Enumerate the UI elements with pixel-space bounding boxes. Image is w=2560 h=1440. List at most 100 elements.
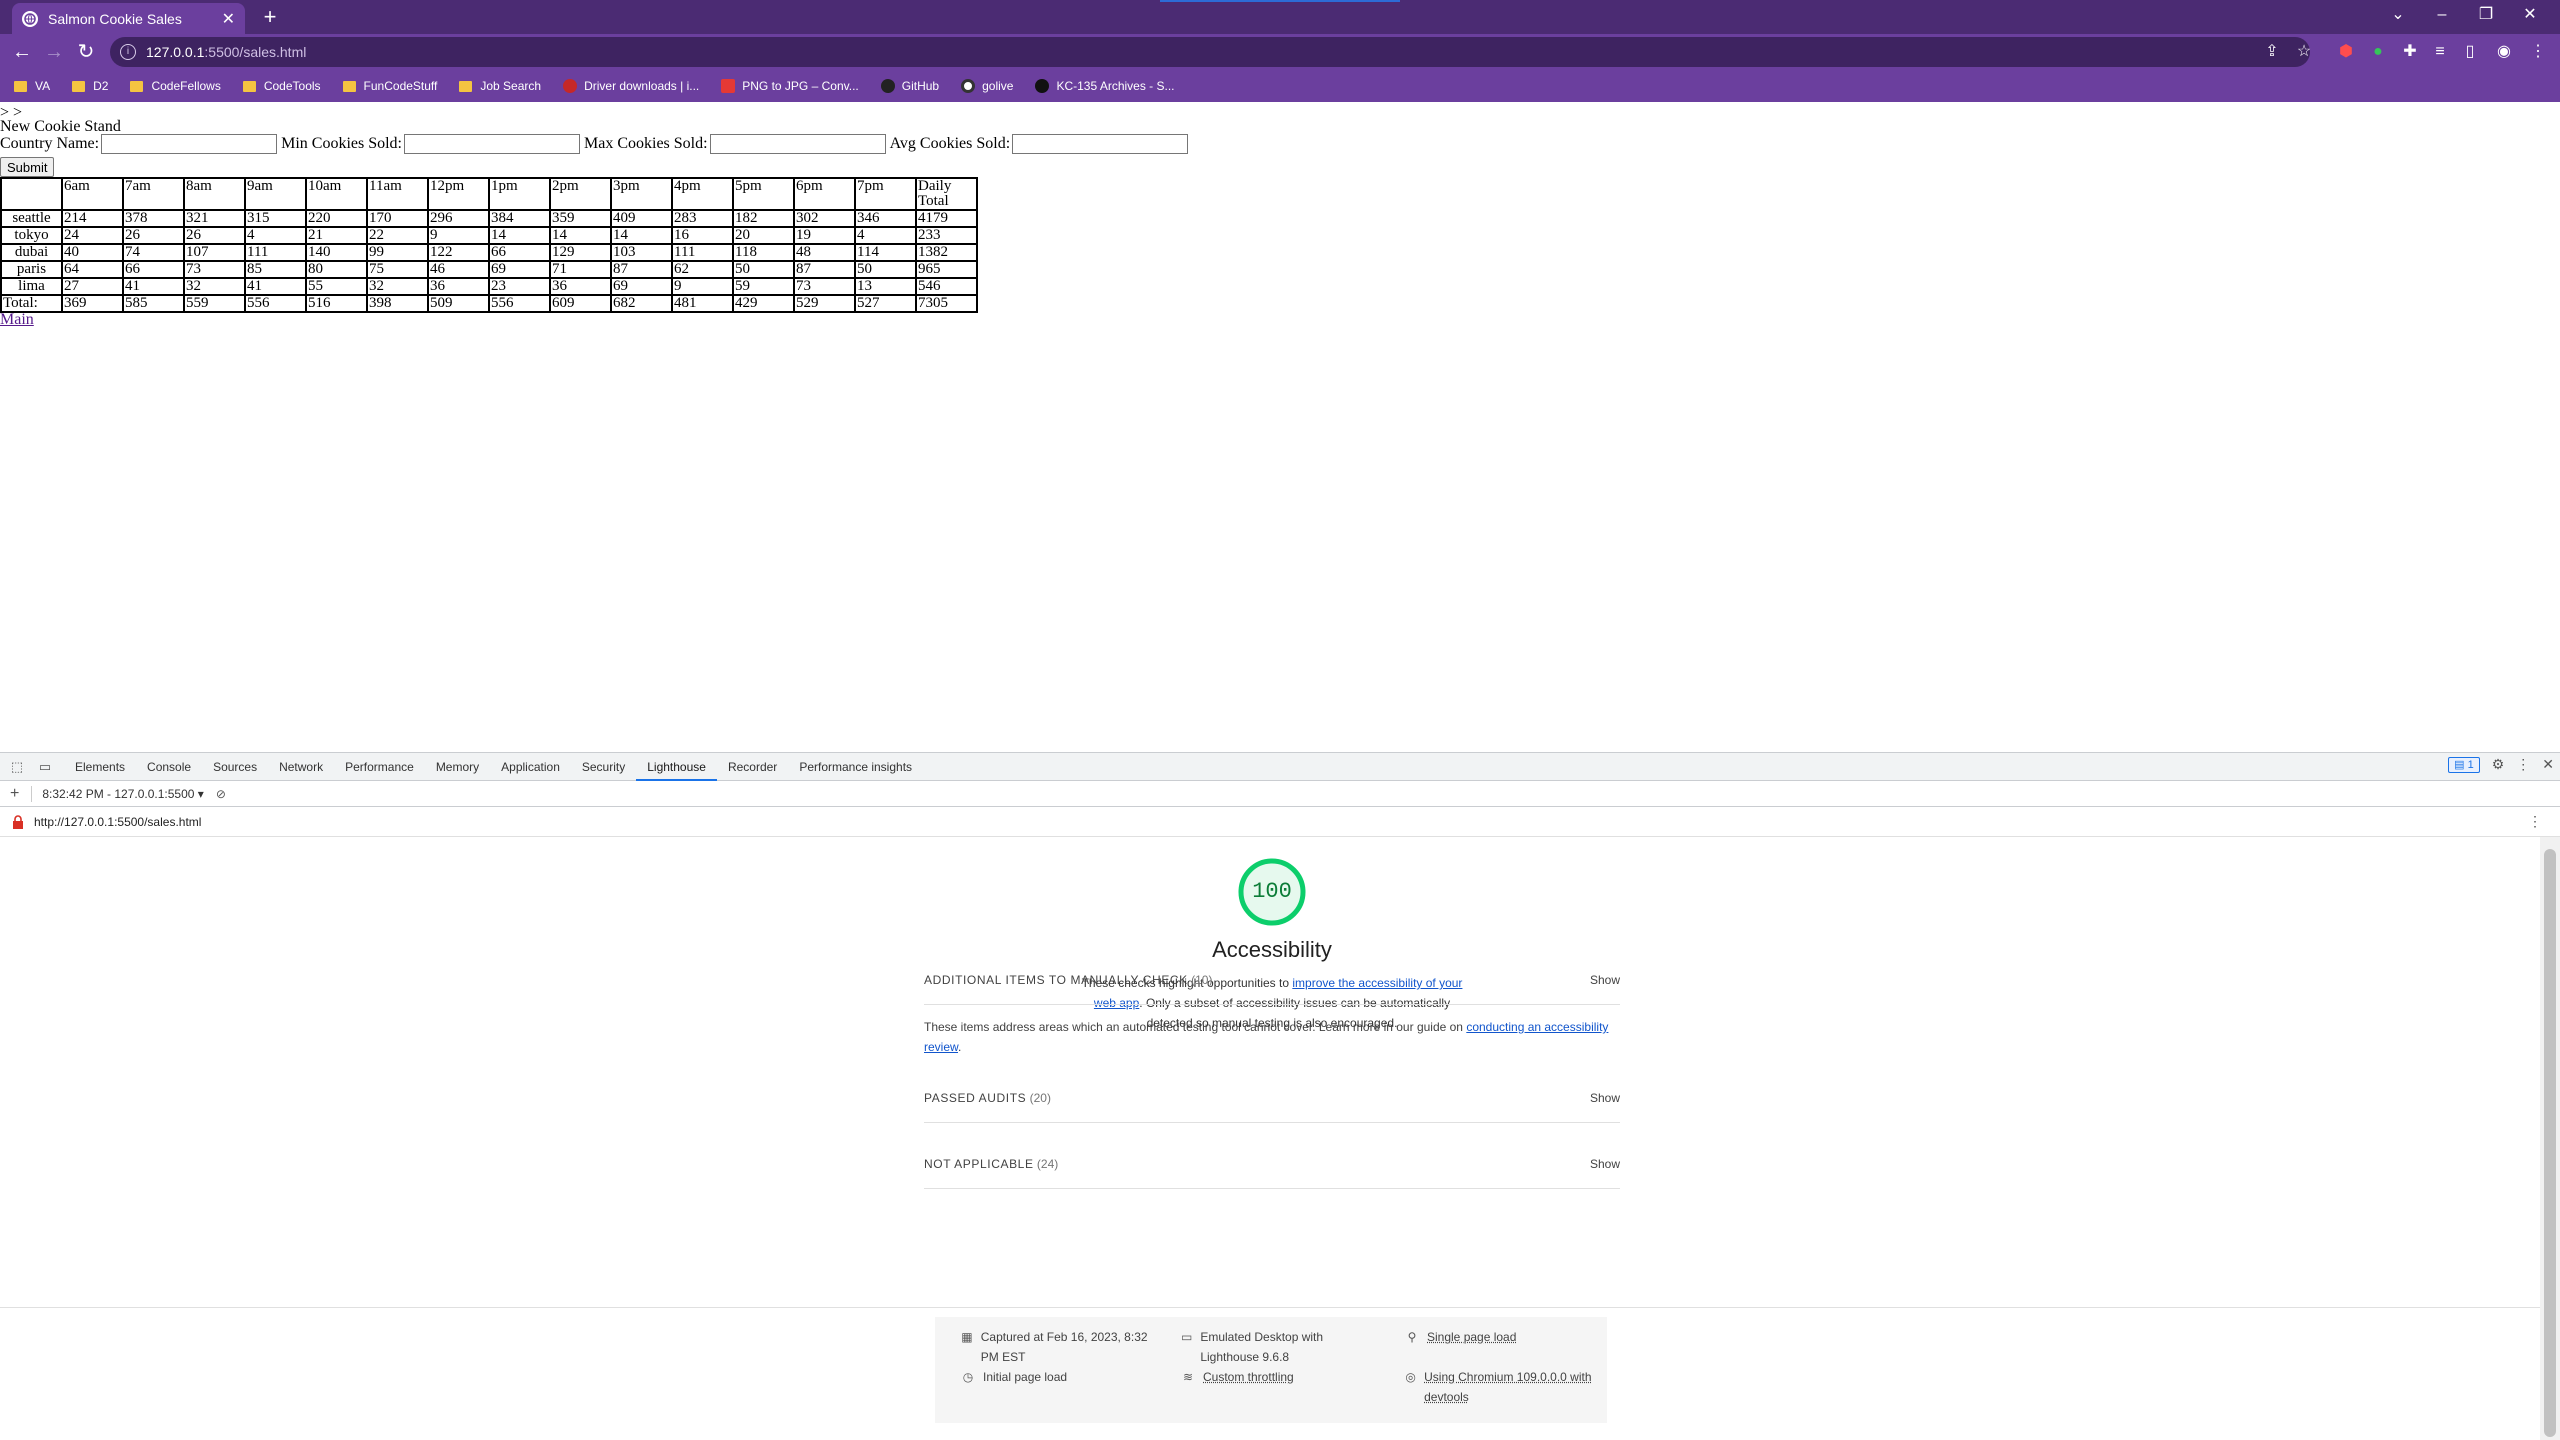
menu-kebab-icon[interactable]: ⋮ — [2528, 42, 2548, 62]
clear-reports-icon[interactable]: ⊘ — [216, 787, 226, 801]
profile-avatar[interactable]: ◉ — [2494, 42, 2514, 62]
close-tab-icon[interactable]: ✕ — [222, 9, 235, 29]
table-cell: 66 — [123, 261, 184, 278]
browser-tab[interactable]: Salmon Cookie Sales ✕ — [12, 3, 245, 34]
close-devtools-icon[interactable]: ✕ — [2542, 756, 2554, 773]
tab-lighthouse[interactable]: Lighthouse — [636, 753, 717, 781]
table-cell: 24 — [62, 227, 123, 244]
golive-site-icon — [961, 79, 976, 93]
tab-performance[interactable]: Performance — [334, 753, 425, 781]
submit-button[interactable]: Submit — [0, 157, 55, 177]
tab-elements[interactable]: Elements — [64, 753, 136, 781]
tab-security[interactable]: Security — [571, 753, 636, 781]
row-header: lima — [1, 278, 62, 295]
table-cell: 48 — [794, 244, 855, 261]
group-passed-audits[interactable]: PASSED AUDITS (20) Show — [924, 1091, 1620, 1123]
bookmark-item[interactable]: CodeTools — [242, 79, 321, 93]
single-page-text[interactable]: Single page load — [1427, 1327, 1516, 1347]
group-not-applicable[interactable]: NOT APPLICABLE (24) Show — [924, 1157, 1620, 1189]
table-cell: 23 — [489, 278, 550, 295]
insecure-lock-icon — [13, 814, 23, 829]
address-bar[interactable]: i 127.0.0.1:5500/sales.html — [110, 37, 2310, 67]
table-cell: 59 — [733, 278, 794, 295]
settings-gear-icon[interactable]: ⚙ — [2492, 756, 2505, 773]
bookmark-label: CodeFellows — [151, 79, 221, 93]
extension-green-icon[interactable]: ● — [2368, 42, 2388, 62]
new-stand-form: Country Name: Min Cookies Sold: Max Cook… — [0, 134, 1192, 154]
share-icon[interactable]: ⇪ — [2262, 42, 2282, 62]
manual-desc-text: These items address areas which an autom… — [924, 1020, 1467, 1034]
issues-badge[interactable]: ▤ 1 — [2448, 756, 2480, 773]
minimize-button[interactable]: – — [2420, 0, 2464, 30]
reading-list-icon[interactable]: ≡ — [2430, 42, 2450, 62]
bookmark-item[interactable]: KC-135 Archives - S... — [1035, 79, 1175, 93]
report-scrollbar-thumb[interactable] — [2544, 849, 2556, 1437]
issues-count: 1 — [2467, 758, 2474, 771]
report-select[interactable]: 8:32:42 PM - 127.0.0.1:5500 ▾ — [42, 787, 203, 801]
tab-console[interactable]: Console — [136, 753, 202, 781]
table-cell: 409 — [611, 210, 672, 227]
bookmark-item[interactable]: FunCodeStuff — [342, 79, 437, 93]
row-header: paris — [1, 261, 62, 278]
tab-network[interactable]: Network — [268, 753, 334, 781]
captured-item: ▦ Captured at Feb 16, 2023, 8:32 PM EST — [961, 1327, 1161, 1367]
tab-recorder[interactable]: Recorder — [717, 753, 788, 781]
tab-strip-highlight — [1160, 0, 1400, 2]
devtools-menu-icon[interactable]: ⋮ — [2516, 756, 2530, 773]
restore-button[interactable]: ❐ — [2464, 0, 2508, 30]
site-info-icon[interactable]: i — [120, 44, 136, 60]
table-cell: 22 — [367, 227, 428, 244]
table-cell: 69 — [489, 261, 550, 278]
extension-red-icon[interactable]: ⬢ — [2336, 42, 2356, 62]
tab-sources[interactable]: Sources — [202, 753, 268, 781]
reload-button[interactable]: ↻ — [74, 40, 98, 64]
table-cell: 556 — [245, 295, 306, 312]
tab-application[interactable]: Application — [490, 753, 571, 781]
forward-button[interactable]: → — [42, 40, 66, 64]
footer-divider — [0, 1307, 2540, 1308]
throttling-text[interactable]: Custom throttling — [1203, 1367, 1294, 1387]
runtime-settings: ▦ Captured at Feb 16, 2023, 8:32 PM EST ◷… — [935, 1317, 1607, 1423]
bookmark-item[interactable]: golive — [961, 79, 1013, 93]
table-cell: 9 — [428, 227, 489, 244]
tab-performance-insights[interactable]: Performance insights — [788, 753, 923, 781]
bookmark-star-icon[interactable]: ☆ — [2294, 42, 2314, 62]
bookmark-item[interactable]: VA — [14, 79, 50, 93]
table-cell: 13 — [855, 278, 916, 295]
bookmark-item[interactable]: CodeFellows — [130, 79, 221, 93]
new-tab-button[interactable]: + — [258, 5, 282, 29]
main-link[interactable]: Main — [0, 311, 34, 329]
show-button[interactable]: Show — [1590, 1091, 1620, 1105]
tab-search-icon[interactable]: ⌄ — [2376, 0, 2420, 30]
bookmark-item[interactable]: Driver downloads | i... — [563, 79, 699, 93]
bookmark-item[interactable]: PNG to JPG – Conv... — [721, 79, 859, 93]
extensions-puzzle-icon[interactable]: ✚ — [2400, 42, 2420, 62]
group-manual-check[interactable]: ADDITIONAL ITEMS TO MANUALLY CHECK (10) … — [924, 973, 1620, 1005]
report-menu-icon[interactable]: ⋮ — [2528, 813, 2542, 830]
inspect-element-icon[interactable]: ⬚ — [6, 756, 28, 778]
chromium-text[interactable]: Using Chromium 109.0.0.0 with devtools — [1424, 1367, 1595, 1407]
group-label: ADDITIONAL ITEMS TO MANUALLY CHECK — [924, 973, 1188, 987]
bookmark-item[interactable]: Job Search — [459, 79, 541, 93]
country-name-input[interactable] — [101, 134, 278, 154]
table-cell: 50 — [855, 261, 916, 278]
bookmark-item[interactable]: GitHub — [880, 79, 939, 93]
table-cell: 62 — [672, 261, 733, 278]
bookmark-item[interactable]: D2 — [72, 79, 108, 93]
avg-cookies-input[interactable] — [1012, 134, 1189, 154]
folder-icon — [242, 80, 256, 92]
show-button[interactable]: Show — [1590, 973, 1620, 987]
side-panel-icon[interactable]: ▯ — [2460, 42, 2480, 62]
new-report-plus-icon[interactable]: + — [10, 785, 19, 803]
show-button[interactable]: Show — [1590, 1157, 1620, 1171]
max-cookies-input[interactable] — [709, 134, 886, 154]
group-count: (20) — [1029, 1091, 1051, 1105]
back-button[interactable]: ← — [10, 40, 34, 64]
max-label: Max Cookies Sold: — [584, 135, 708, 152]
close-window-button[interactable]: ✕ — [2508, 0, 2552, 30]
device-toolbar-icon[interactable]: ▭ — [34, 756, 56, 778]
tab-memory[interactable]: Memory — [425, 753, 490, 781]
min-cookies-input[interactable] — [404, 134, 580, 154]
row-header: tokyo — [1, 227, 62, 244]
column-header: 10am — [306, 178, 367, 210]
